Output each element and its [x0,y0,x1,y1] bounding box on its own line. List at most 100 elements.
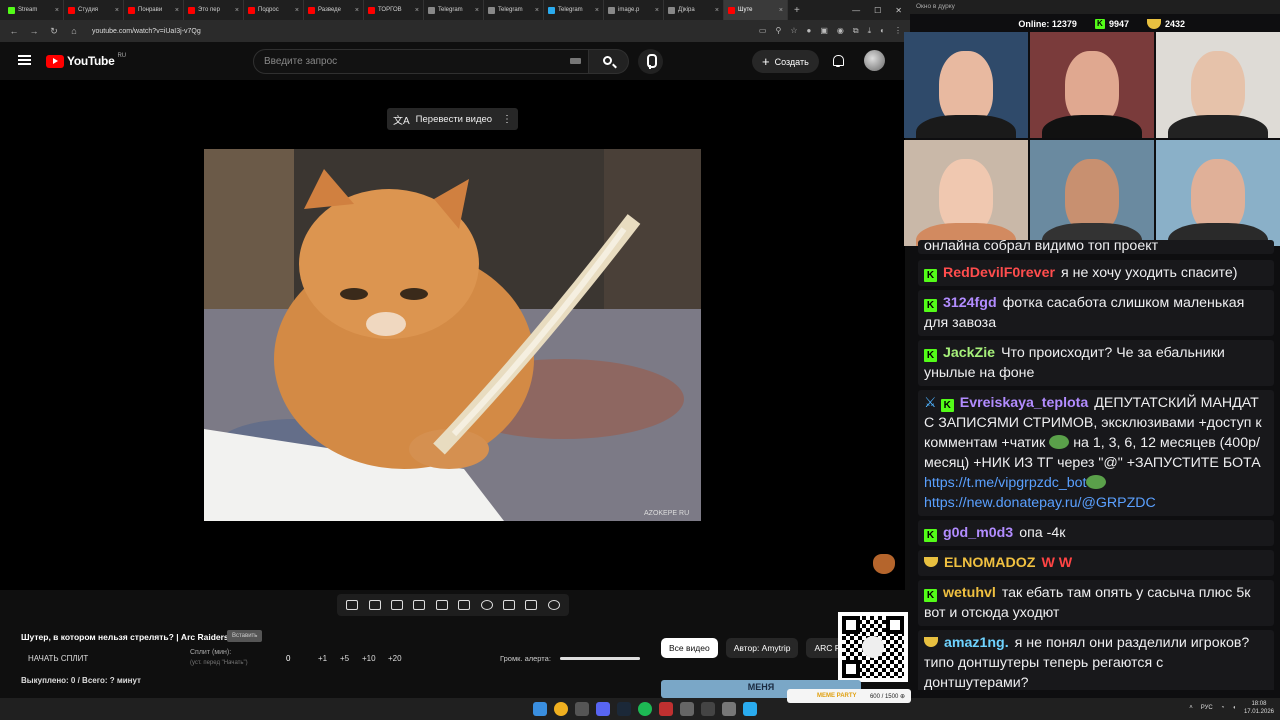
close-icon[interactable]: × [595,7,599,14]
app-icon[interactable] [680,702,694,716]
menu-icon[interactable]: ⋮ [894,26,902,36]
app-icon[interactable] [701,702,715,716]
telegram-icon[interactable] [743,702,757,716]
tab-9[interactable]: Telegram × [544,0,604,20]
close-icon[interactable]: × [235,7,239,14]
chat-username[interactable]: amaz1ng. [944,635,1009,651]
alert-volume-slider[interactable] [560,657,640,660]
increment-button-5[interactable]: +5 [340,654,349,663]
voice-search-mic-icon[interactable] [638,49,663,74]
close-icon[interactable]: × [779,7,783,14]
tray-arrow-icon[interactable]: ˄ [1189,705,1193,711]
notifications-bell-icon[interactable] [832,54,844,67]
video-watermark: AZOKEPE RU [644,510,689,517]
translate-video-button[interactable]: 文A Перевести видео ⋮ [387,108,518,130]
close-icon[interactable]: × [415,7,419,14]
tab-4[interactable]: Подрос × [244,0,304,20]
split-value[interactable]: 0 [286,654,290,663]
home-icon[interactable]: ⌂ [68,26,80,36]
close-icon[interactable]: × [55,7,59,14]
video-frame-cat-with-quill[interactable]: AZOKEPE RU [204,149,701,521]
fox-mascot-icon [873,554,895,574]
extension-icon[interactable]: ◉ [837,26,844,36]
tab-3[interactable]: Это пер × [184,0,244,20]
create-button[interactable]: + Создать [752,50,819,73]
increment-button-10[interactable]: +10 [362,654,376,663]
keyboard-icon[interactable] [570,58,581,64]
chat-link[interactable]: https://t.me/vipgrpzdc_bot [924,475,1086,491]
close-icon[interactable]: × [655,7,659,14]
close-icon[interactable]: × [475,7,479,14]
volume-icon[interactable]: ◖ [1232,705,1236,711]
tab-6[interactable]: ТОРГОВ × [364,0,424,20]
forward-icon[interactable]: → [28,26,40,36]
title-tag-badge[interactable]: Вставить [227,630,263,642]
bookmark-star-icon[interactable]: ☆ [790,26,797,36]
chat-username[interactable]: RedDevilF0rever [943,265,1055,281]
hamburger-menu-icon[interactable] [18,55,31,65]
tab-10[interactable]: image.p × [604,0,664,20]
cast-icon[interactable]: ▭ [759,26,767,36]
network-icon[interactable]: ◔ [1221,705,1225,711]
tab-11[interactable]: Д)кiра × [664,0,724,20]
tab-0[interactable]: Stream × [4,0,64,20]
chat-username[interactable]: wetuhvl [943,585,996,601]
minimize-icon[interactable]: — [852,6,860,15]
close-icon[interactable]: × [535,7,539,14]
tab-2[interactable]: Понрави × [124,0,184,20]
close-icon[interactable]: × [115,7,119,14]
more-options-icon[interactable]: ⋮ [502,114,512,125]
chat-username[interactable]: ELNOMADOZ [944,555,1035,571]
app-icon[interactable] [722,702,736,716]
close-icon[interactable]: × [355,7,359,14]
clock[interactable]: 18:08 17.01.2026 [1244,700,1274,716]
increment-button-1[interactable]: +1 [318,654,327,663]
tab-7[interactable]: Telegram × [424,0,484,20]
new-tab-icon[interactable]: + [794,5,800,16]
tab-5[interactable]: Разведе × [304,0,364,20]
extension-icon[interactable]: ● [807,26,812,36]
spotify-icon[interactable] [638,702,652,716]
chip-author[interactable]: Автор: Amytrip [725,638,799,658]
chat-link[interactable]: https://new.donatepay.ru/@GRPZDC [924,495,1156,511]
download-icon[interactable]: ⤓ [868,26,872,36]
meme-party-widget[interactable]: MEME PARTY 600 / 1500 ⊕ [787,689,911,703]
extension-icon[interactable]: ▣ [820,26,828,36]
close-icon[interactable]: × [715,7,719,14]
youtube-play-icon [46,54,64,68]
chat-username[interactable]: 3124fgd [943,295,997,311]
app-icon[interactable] [575,702,589,716]
tab-1[interactable]: Студия × [64,0,124,20]
steam-icon[interactable] [617,702,631,716]
zoom-icon[interactable]: ⚲ [775,26,781,36]
chat-username[interactable]: JackZie [943,345,995,361]
start-split-button[interactable]: НАЧАТЬ СПЛИТ [28,654,88,663]
tab-8[interactable]: Telegram × [484,0,544,20]
reload-icon[interactable]: ↻ [48,26,60,37]
chip-all-videos[interactable]: Все видео [661,638,718,658]
clock-time: 18:08 [1251,701,1267,707]
tab-12-active[interactable]: Шуте × [724,0,788,20]
url-field[interactable]: youtube.com/watch?v=iUaI3j-v7Qg [92,28,201,35]
app-icon[interactable] [659,702,673,716]
close-icon[interactable]: × [295,7,299,14]
extension-icon[interactable]: ⧉ [853,26,859,36]
back-icon[interactable]: ← [8,26,20,36]
chrome-icon[interactable] [554,702,568,716]
chat-username[interactable]: Evreiskaya_teplota [960,395,1089,411]
profile-icon[interactable]: ◐ [880,26,885,36]
youtube-logo[interactable]: YouTube RU [46,53,126,68]
tab-favicon [488,6,495,14]
maximize-icon[interactable]: ☐ [874,6,881,15]
account-avatar[interactable] [864,50,885,71]
close-icon[interactable]: × [175,7,179,14]
chat-username[interactable]: g0d_m0d3 [943,525,1013,541]
increment-button-20[interactable]: +20 [388,654,402,663]
search-input[interactable] [253,49,589,74]
language-indicator[interactable]: РУС [1201,705,1213,711]
start-windows-icon[interactable] [533,702,547,716]
discord-icon[interactable] [596,702,610,716]
close-window-icon[interactable]: ✕ [895,6,902,15]
video-player[interactable]: 文A Перевести видео ⋮ AZOKEPE RU [0,80,905,590]
search-button[interactable] [589,49,629,74]
